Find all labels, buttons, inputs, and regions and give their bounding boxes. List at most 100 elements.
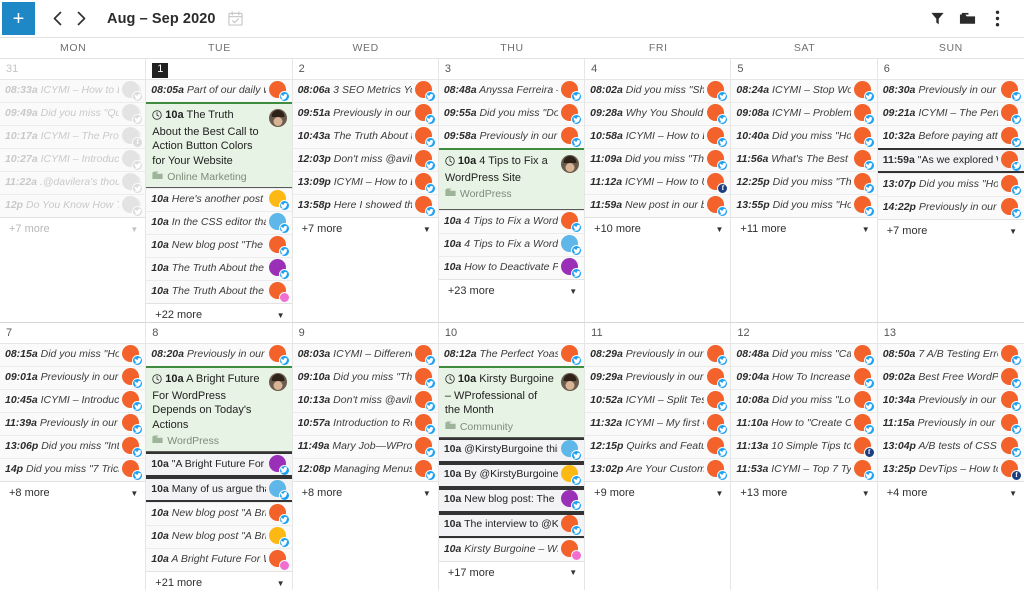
empty-space[interactable] [292, 240, 438, 322]
show-more-events-button[interactable]: +21 more ▼ [146, 571, 292, 590]
day-cell-12[interactable]: 12 08:48a Did you miss "Call-t… 09:04a How… [731, 323, 878, 590]
calendar-event[interactable]: 11:12a ICYMI – How to Use… f [585, 171, 731, 194]
day-cell-3[interactable]: 3 08:48a Anyssa Ferreira – T… 09:55a Did y… [438, 59, 586, 322]
calendar-event[interactable]: 13:09p ICYMI – How to Lau… [292, 171, 438, 194]
day-cell-9[interactable]: 9 08:03a ICYMI – Differences… 09:10a Did y… [292, 323, 439, 590]
calendar-event[interactable]: 13:25p DevTips – How to S… f [877, 458, 1024, 481]
calendar-event[interactable]: 11:13a 10 Simple Tips to M… f [731, 435, 877, 458]
calendar-event[interactable]: 10:17a ICYMI – The Proble… f [0, 125, 146, 148]
calendar-event[interactable]: 10a A Bright Future For W… [146, 548, 292, 572]
day-cell-4[interactable]: 4 08:02a Did you miss "Show… 09:28a Why Yo… [585, 59, 732, 322]
calendar-event[interactable]: 13:04p A/B tests of CSS wil… [877, 435, 1024, 458]
empty-space[interactable] [877, 504, 1024, 590]
calendar-event[interactable]: 10a Kirsty Burgoine – WPr… [438, 537, 585, 561]
empty-space[interactable] [438, 583, 585, 590]
calendar-event[interactable]: 10a New blog post: The In… [438, 487, 585, 513]
calendar-event[interactable]: 09:29a Previously in our bl… [585, 366, 731, 389]
show-more-events-button[interactable]: +23 more ▼ [438, 279, 585, 302]
calendar-event[interactable]: 08:29a Previously in our bl… [585, 343, 731, 366]
day-cell-31[interactable]: 31 08:33a ICYMI – How to Dej… 09:49a Did y… [0, 59, 147, 322]
show-more-events-button[interactable]: +10 more ▼ [585, 217, 731, 240]
day-cell-7[interactable]: 7 08:15a Did you miss "How … 09:01a Previo… [0, 323, 147, 590]
calendar-event[interactable]: 11:09a Did you miss "The 6… [585, 148, 731, 171]
calendar-event[interactable]: 09:49a Did you miss "Quirk… [0, 102, 146, 125]
calendar-event[interactable]: 11:56a What's The Best Ti… [731, 148, 877, 171]
more-vertical-icon[interactable] [982, 4, 1012, 34]
calendar-event[interactable]: 09:02a Best Free WordPres… [877, 366, 1024, 389]
calendar-event[interactable]: 12:03p Don't miss @avilleg… [292, 148, 438, 171]
calendar-event[interactable]: 10a @KirstyBurgoine this … [438, 437, 585, 463]
empty-space[interactable] [585, 504, 731, 590]
day-cell-8[interactable]: 8 08:20a Previously in our bl… 10a A Brigh… [146, 323, 293, 590]
calendar-event[interactable]: 09:08a ICYMI – Problems … [731, 102, 877, 125]
show-more-events-button[interactable]: +11 more ▼ [731, 217, 877, 240]
calendar-event[interactable]: 09:21a ICYMI – The Perfect… [877, 102, 1024, 125]
day-cell-11[interactable]: 11 08:29a Previously in our bl… 09:29a Pre… [585, 323, 732, 590]
calendar-event[interactable]: 09:51a Previously in our bl… [292, 102, 438, 125]
calendar-event[interactable]: 12:25p Did you miss "Three… [731, 171, 877, 194]
calendar-event[interactable]: 10:13a Don't miss @avilleg… [292, 389, 438, 412]
calendar-event[interactable]: 10a New blog post "A Brig… [146, 525, 292, 549]
calendar-event[interactable]: 09:58a Previously in our bl… [438, 125, 585, 148]
calendar-event[interactable]: 08:48a Did you miss "Call-t… [731, 343, 877, 366]
calendar-event[interactable]: 11:10a How to "Create Con… [731, 412, 877, 435]
calendar-event[interactable]: 10:45a ICYMI – Introductio… [0, 389, 146, 412]
empty-space[interactable] [438, 302, 585, 322]
show-more-events-button[interactable]: +13 more ▼ [731, 481, 877, 504]
calendar-event[interactable]: 12p Do You Know How To … [0, 194, 146, 217]
calendar-event[interactable]: 10a 4 Tips to Fix a WordPre… [438, 233, 585, 256]
calendar-event[interactable]: 09:28a Why You Should Us… [585, 102, 731, 125]
calendar-event[interactable]: 11:59a "As we explored W… [877, 148, 1024, 173]
calendar-event[interactable]: 09:55a Did you miss "Do Yo… [438, 102, 585, 125]
calendar-event[interactable]: 08:05a Part of our daily wo… [146, 79, 292, 102]
show-more-events-button[interactable]: +4 more ▼ [877, 481, 1024, 504]
calendar-event[interactable]: 14:22p Previously in our bl… [877, 196, 1024, 219]
calendar-event[interactable]: 08:24a ICYMI – Stop Worry… [731, 79, 877, 102]
calendar-event[interactable]: 10a New blog post "The Tr… [146, 234, 292, 258]
calendar-event[interactable]: 11:15a Previously in our bl… [877, 412, 1024, 435]
calendar-event[interactable]: 09:04a How To Increase Yo… [731, 366, 877, 389]
calendar-event[interactable]: 10a The Truth About the B… [146, 280, 292, 304]
calendar-event[interactable]: 09:01a Previously in our bl… [0, 366, 146, 389]
show-more-events-button[interactable]: +7 more ▼ [877, 219, 1024, 242]
calendar-event[interactable]: 13:02p Are Your Customers… [585, 458, 731, 481]
scheduled-post-block[interactable]: 10a The Truth About the Best Call to Act… [146, 102, 292, 189]
show-more-events-button[interactable]: +8 more ▼ [292, 481, 438, 504]
calendar-event[interactable]: 10:40a Did you miss "How … [731, 125, 877, 148]
calendar-event[interactable]: 08:03a ICYMI – Differences… [292, 343, 438, 366]
calendar-event[interactable]: 08:50a 7 A/B Testing Error… [877, 343, 1024, 366]
calendar-event[interactable]: 11:59a New post in our blo… [585, 194, 731, 217]
empty-space[interactable] [731, 240, 877, 322]
calendar-event[interactable]: 10a New blog post "A Brig… [146, 502, 292, 526]
empty-space[interactable] [0, 240, 146, 322]
empty-space[interactable] [877, 242, 1024, 322]
scheduled-post-block[interactable]: 10a 4 Tips to Fix a WordPress Site WordPr… [438, 148, 585, 210]
show-more-events-button[interactable]: +9 more ▼ [585, 481, 731, 504]
calendar-event[interactable]: 10a By @KirstyBurgoine: "… [438, 462, 585, 488]
empty-space[interactable] [585, 240, 731, 322]
calendar-event[interactable]: 08:33a ICYMI – How to Dej… [0, 79, 146, 102]
calendar-event[interactable]: 10a Here's another post by … [146, 188, 292, 212]
calendar-event[interactable]: 13:07p Did you miss "How … [877, 173, 1024, 196]
calendar-event[interactable]: 13:55p Did you miss "How … [731, 194, 877, 217]
day-cell-6[interactable]: 6 08:30a Previously in our bl… 09:21a ICYM… [877, 59, 1024, 322]
calendar-event[interactable]: 10a In the CSS editor that … [146, 211, 292, 235]
calendar-event[interactable]: 10:57a Introduction to Rea… [292, 412, 438, 435]
calendar-event[interactable]: 08:15a Did you miss "How … [0, 343, 146, 366]
show-more-events-button[interactable]: +22 more ▼ [146, 303, 292, 322]
calendar-event[interactable]: 10:52a ICYMI – Split Testin… [585, 389, 731, 412]
calendar-event[interactable]: 10:58a ICYMI – How to Em… [585, 125, 731, 148]
calendar-event[interactable]: 11:39a Previously in our bl… [0, 412, 146, 435]
previous-period-button[interactable] [45, 5, 69, 33]
day-cell-5[interactable]: 5 08:24a ICYMI – Stop Worry… 09:08a ICYMI … [731, 59, 878, 322]
calendar-event[interactable]: 08:48a Anyssa Ferreira – T… [438, 79, 585, 102]
calendar-event[interactable]: 10:34a Previously in our bl… [877, 389, 1024, 412]
empty-space[interactable] [0, 504, 146, 590]
calendar-event[interactable]: 10a Many of us argue that… [146, 477, 292, 503]
calendar-event[interactable]: 10:43a The Truth About th… [292, 125, 438, 148]
day-cell-13[interactable]: 13 08:50a 7 A/B Testing Error… 09:02a Best… [877, 323, 1024, 590]
show-more-events-button[interactable]: +17 more ▼ [438, 560, 585, 584]
calendar-event[interactable]: 11:53a ICYMI – Top 7 Types… [731, 458, 877, 481]
calendar-event[interactable]: 10a The Truth About the B… [146, 257, 292, 281]
calendar-event[interactable]: 10a "A Bright Future For … [146, 452, 292, 478]
